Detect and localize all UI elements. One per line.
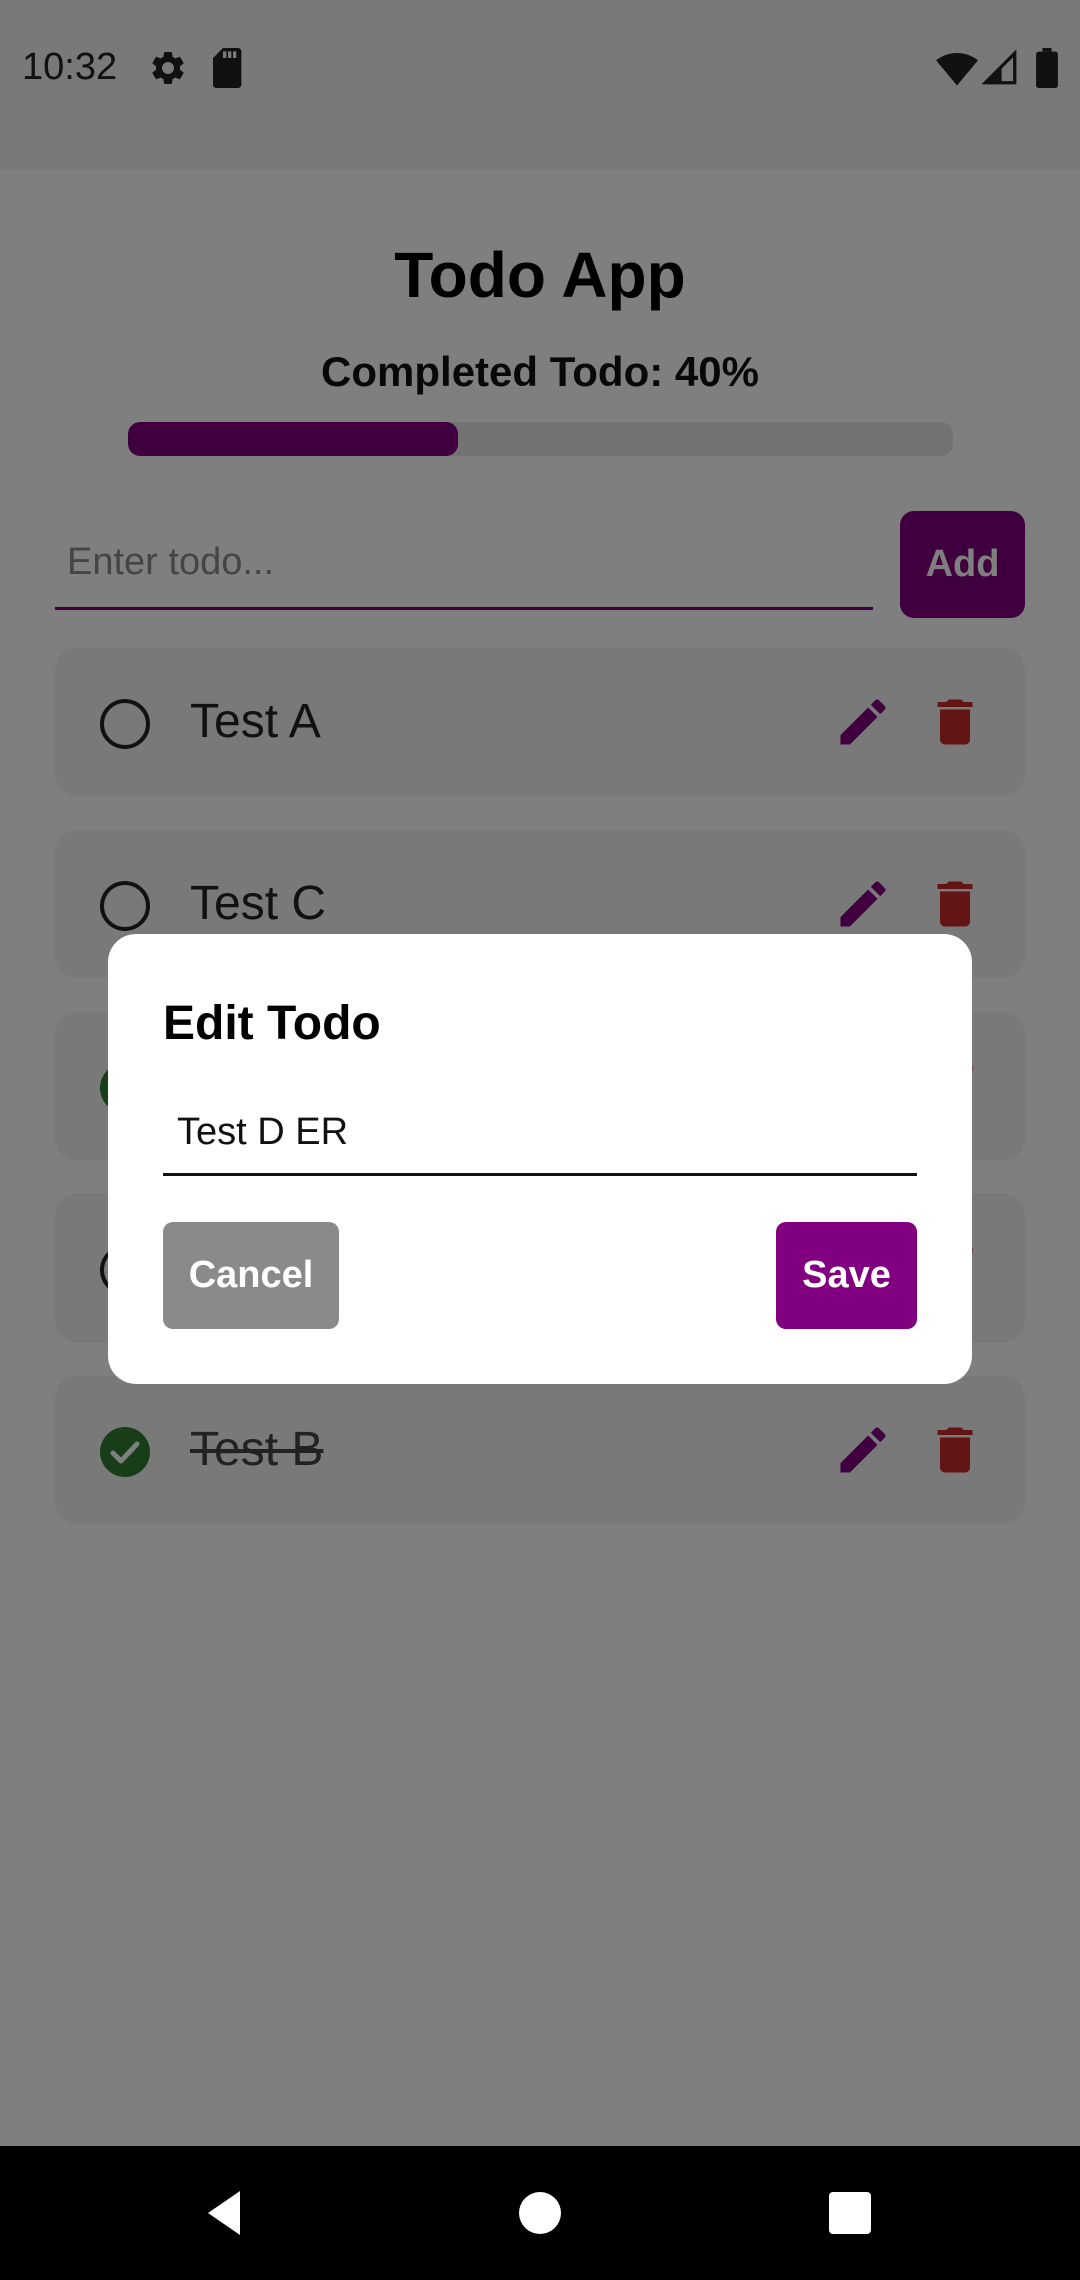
dialog-title: Edit Todo xyxy=(163,997,381,1050)
edit-todo-input[interactable] xyxy=(163,1092,917,1176)
edit-todo-dialog: Edit Todo Cancel Save xyxy=(108,934,972,1384)
cancel-button[interactable]: Cancel xyxy=(163,1222,339,1329)
home-icon[interactable] xyxy=(510,2183,570,2243)
screen: 10:32 Todo App Completed Todo: 40% Add xyxy=(0,0,1080,2280)
back-icon[interactable] xyxy=(196,2183,256,2243)
navigation-bar xyxy=(0,2146,1080,2280)
recents-icon[interactable] xyxy=(820,2183,880,2243)
save-button[interactable]: Save xyxy=(776,1222,917,1329)
